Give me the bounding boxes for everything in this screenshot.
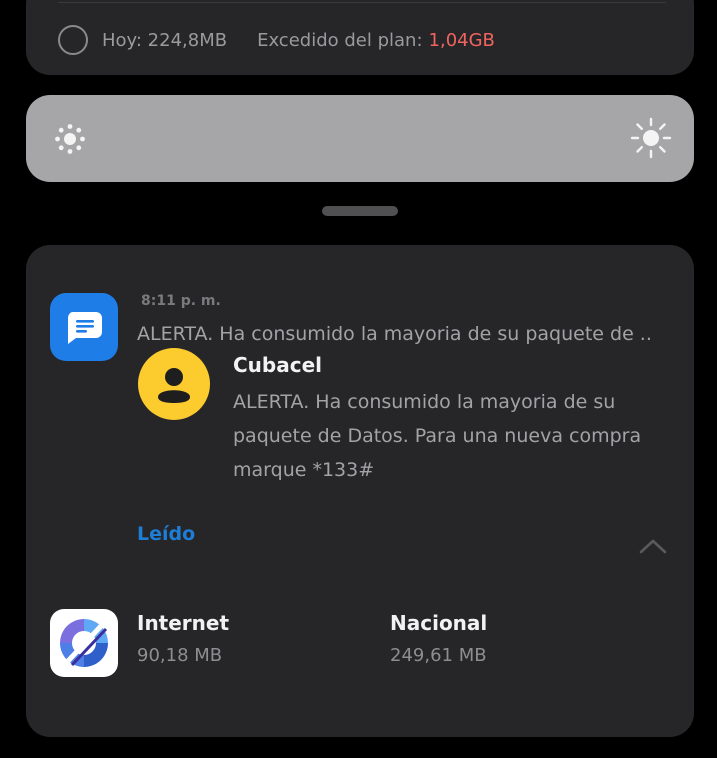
- usage-row: Hoy: 224,8MB Excedido del plan: 1,04GB: [58, 25, 495, 55]
- chevron-up-icon[interactable]: [638, 537, 668, 555]
- notification-card[interactable]: 8:11 p. m. ALERTA. Ha consumido la mayor…: [26, 245, 694, 737]
- excess-label: Excedido del plan:: [257, 29, 423, 51]
- excess-value: 1,04GB: [428, 29, 495, 51]
- message-body: ALERTA. Ha consumido la mayoria de su pa…: [233, 391, 642, 481]
- messages-app-icon[interactable]: [50, 293, 118, 361]
- usage-circle-icon: [58, 25, 88, 55]
- notification-time: 8:11 p. m.: [141, 293, 221, 309]
- data-monitor-app-icon[interactable]: [50, 609, 118, 677]
- brightness-low-icon: [55, 124, 85, 154]
- national-label: Nacional: [390, 611, 488, 635]
- brightness-high-icon: [630, 117, 672, 159]
- contact-avatar-icon: [138, 348, 210, 420]
- national-value: 249,61 MB: [390, 645, 487, 666]
- mark-read-button[interactable]: Leído: [137, 523, 195, 545]
- brightness-slider[interactable]: [26, 95, 694, 182]
- drag-handle[interactable]: [322, 206, 398, 216]
- sender-name: Cubacel: [233, 353, 323, 377]
- notification-preview: ALERTA. Ha consumido la mayoria de su pa…: [137, 323, 652, 345]
- internet-label: Internet: [137, 611, 230, 635]
- today-usage: Hoy: 224,8MB: [102, 29, 228, 51]
- divider: [58, 2, 666, 3]
- internet-value: 90,18 MB: [137, 645, 223, 666]
- data-usage-summary-card[interactable]: Hoy: 224,8MB Excedido del plan: 1,04GB: [26, 0, 694, 75]
